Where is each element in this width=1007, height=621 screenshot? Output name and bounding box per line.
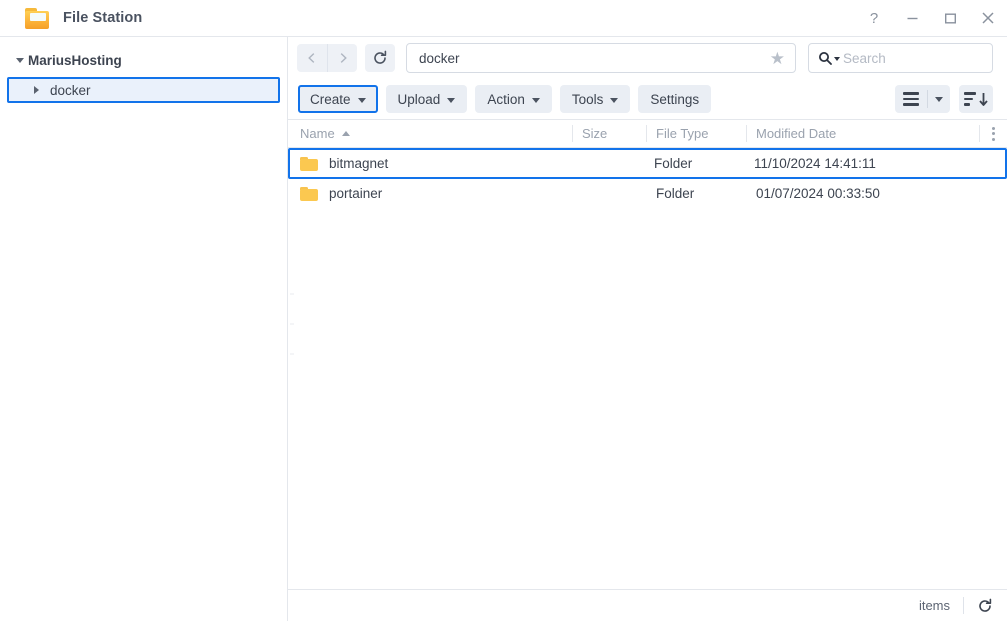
file-list-panel: Name Size File Type Modified Date bitmag… xyxy=(288,119,1007,621)
column-header-modified-date-label: Modified Date xyxy=(756,126,837,141)
back-icon[interactable] xyxy=(297,44,327,72)
upload-button[interactable]: Upload xyxy=(385,85,468,113)
list-view-icon[interactable] xyxy=(895,85,927,113)
action-button-label: Action xyxy=(487,91,525,107)
favorite-star-icon[interactable]: ★ xyxy=(768,50,787,67)
title-bar: File Station ? xyxy=(0,0,1007,36)
chevron-down-icon[interactable] xyxy=(12,57,28,63)
column-header-name-label: Name xyxy=(300,126,335,141)
settings-button[interactable]: Settings xyxy=(638,85,712,113)
chevron-down-icon[interactable] xyxy=(928,85,950,113)
file-station-window: File Station ? MariusHosting docker dock… xyxy=(0,0,1007,621)
chevron-down-icon[interactable] xyxy=(834,56,840,61)
minimize-icon[interactable] xyxy=(893,0,931,36)
sidebar-root-mariushosting[interactable]: MariusHosting xyxy=(0,47,287,73)
column-header-size-label: Size xyxy=(582,126,608,141)
table-row[interactable]: portainer Folder 01/07/2024 00:33:50 xyxy=(288,179,1007,208)
chevron-down-icon xyxy=(610,97,619,103)
tools-button-label: Tools xyxy=(571,91,604,107)
window-controls: ? xyxy=(855,0,1007,36)
sidebar-item-label: docker xyxy=(50,82,91,98)
kebab-menu-icon[interactable] xyxy=(979,120,1007,147)
search-input[interactable] xyxy=(843,50,984,66)
file-name: portainer xyxy=(329,186,383,201)
app-folder-icon xyxy=(25,7,51,29)
sidebar-root-label: MariusHosting xyxy=(28,52,122,68)
sidebar: MariusHosting docker xyxy=(0,37,288,621)
file-name: bitmagnet xyxy=(329,156,389,171)
search-box[interactable] xyxy=(808,43,993,73)
column-header-file-type-label: File Type xyxy=(656,126,709,141)
forward-icon[interactable] xyxy=(327,44,357,72)
action-button[interactable]: Action xyxy=(475,85,552,113)
main-panel: docker ★ Create Upload xyxy=(288,37,1007,621)
folder-icon xyxy=(300,156,318,171)
maximize-icon[interactable] xyxy=(931,0,969,36)
file-type-cell: Folder xyxy=(654,156,693,171)
refresh-icon[interactable] xyxy=(977,598,993,614)
file-date-cell: 11/10/2024 14:41:11 xyxy=(754,156,876,171)
sort-ascending-icon xyxy=(341,131,350,136)
sidebar-item-docker[interactable]: docker xyxy=(7,77,280,103)
toolbar: Create Upload Action Tools Settings xyxy=(288,79,1007,119)
create-button-label: Create xyxy=(310,91,351,107)
file-name-cell: portainer xyxy=(300,186,572,201)
chevron-down-icon xyxy=(447,97,456,103)
search-icon[interactable] xyxy=(818,51,840,65)
window-title: File Station xyxy=(63,10,143,26)
column-header-file-type[interactable]: File Type xyxy=(646,120,746,147)
sort-button[interactable] xyxy=(959,85,993,113)
file-type-cell: Folder xyxy=(656,186,695,201)
tools-button[interactable]: Tools xyxy=(559,85,631,113)
status-bar: items xyxy=(288,589,1007,621)
column-header-size[interactable]: Size xyxy=(572,120,646,147)
chevron-right-icon[interactable] xyxy=(28,86,44,94)
upload-button-label: Upload xyxy=(397,91,441,107)
items-count-label: items xyxy=(918,598,950,613)
help-icon[interactable]: ? xyxy=(855,0,893,36)
path-value: docker xyxy=(419,50,460,66)
file-list-rows: bitmagnet Folder 11/10/2024 14:41:11 por… xyxy=(288,148,1007,589)
chevron-down-icon xyxy=(357,97,366,103)
column-header-modified-date[interactable]: Modified Date xyxy=(746,120,979,147)
refresh-icon[interactable] xyxy=(365,44,395,72)
window-body: MariusHosting docker docker ★ Search Cre… xyxy=(0,36,1007,621)
settings-button-label: Settings xyxy=(650,91,700,107)
path-field[interactable]: docker ★ xyxy=(406,43,796,73)
view-mode-group[interactable] xyxy=(895,85,950,113)
close-icon[interactable] xyxy=(969,0,1007,36)
chevron-down-icon xyxy=(531,97,540,103)
file-date-cell: 01/07/2024 00:33:50 xyxy=(756,186,880,201)
create-button[interactable]: Create xyxy=(298,85,378,113)
folder-icon xyxy=(300,186,318,201)
file-name-cell: bitmagnet xyxy=(300,156,570,171)
column-header-name[interactable]: Name xyxy=(300,120,572,147)
file-list-header: Name Size File Type Modified Date xyxy=(288,120,1007,148)
table-row[interactable]: bitmagnet Folder 11/10/2024 14:41:11 xyxy=(288,148,1007,179)
navigation-bar: docker ★ xyxy=(288,37,1007,79)
